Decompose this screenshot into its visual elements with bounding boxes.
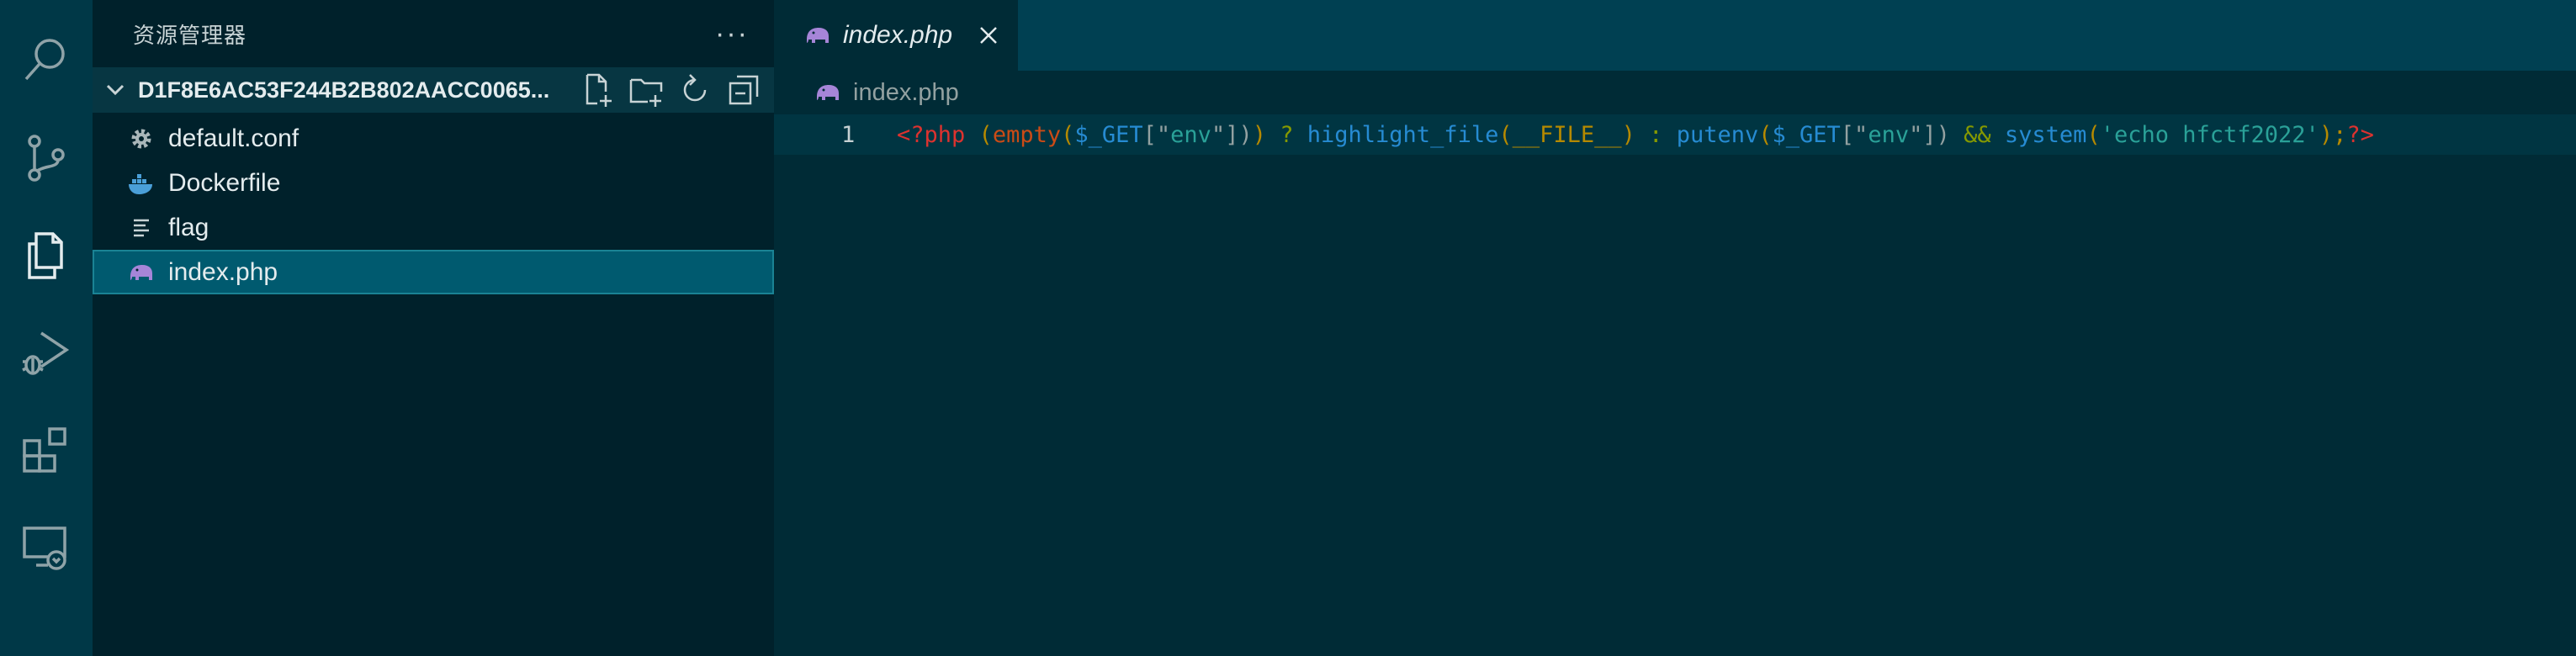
code-token: ) xyxy=(1252,121,1266,148)
code-token: __FILE__ xyxy=(1512,121,1622,148)
code-token: $_GET xyxy=(1074,121,1143,148)
breadcrumb-file: index.php xyxy=(853,78,959,106)
line-number: 1 xyxy=(841,121,856,148)
tab-bar: index.php xyxy=(774,0,2576,71)
file-tree: default.conf Dockerfile flag index.php xyxy=(93,113,774,294)
code-token: ); xyxy=(2319,121,2347,148)
sidebar-title: 资源管理器 xyxy=(133,22,247,48)
code-token: <?php xyxy=(897,121,966,148)
more-actions-button[interactable]: ··· xyxy=(715,19,749,48)
collapse-all-icon[interactable] xyxy=(725,71,762,108)
file-item-dockerfile[interactable]: Dockerfile xyxy=(93,161,774,205)
run-debug-icon[interactable] xyxy=(0,304,93,402)
code-token: ( xyxy=(1061,121,1075,148)
extensions-icon[interactable] xyxy=(0,402,93,500)
workspace-folder-header[interactable]: D1F8E6AC53F244B2B802AACC0065... xyxy=(93,67,774,113)
code-token: [" xyxy=(1840,121,1868,148)
workspace-folder-name: D1F8E6AC53F244B2B802AACC0065... xyxy=(138,77,550,103)
file-item-index-php[interactable]: index.php xyxy=(93,250,774,294)
gear-icon xyxy=(125,122,158,156)
editor-area: index.php index.php 1 <?php (empty($_GET… xyxy=(774,0,2576,656)
tab-label: index.php xyxy=(843,21,953,49)
code-token: ( xyxy=(2086,121,2101,148)
code-token: "]) xyxy=(1211,121,1253,148)
php-elephant-icon xyxy=(811,76,845,109)
code-token: system xyxy=(2004,121,2087,148)
file-item-flag[interactable]: flag xyxy=(93,205,774,250)
close-icon[interactable] xyxy=(976,23,1001,48)
code-token: ( xyxy=(978,121,993,148)
new-folder-icon[interactable] xyxy=(628,71,665,108)
source-control-icon[interactable] xyxy=(0,109,93,207)
vscode-window: 资源管理器 ··· D1F8E6AC53F244B2B802AACC0065..… xyxy=(0,0,2576,656)
code-line[interactable]: 1 <?php (empty($_GET["env"])) ? highligh… xyxy=(774,114,2576,155)
code-token: env xyxy=(1170,121,1211,148)
code-token: ? xyxy=(1265,121,1307,148)
explorer-sidebar: 资源管理器 ··· D1F8E6AC53F244B2B802AACC0065..… xyxy=(93,0,774,656)
code-token: env xyxy=(1868,121,1910,148)
file-name: flag xyxy=(168,213,209,241)
docker-icon xyxy=(125,167,158,200)
remote-explorer-icon[interactable] xyxy=(0,500,93,597)
breadcrumb[interactable]: index.php xyxy=(774,71,2576,114)
code-token: highlight_file xyxy=(1307,121,1499,148)
text-file-icon xyxy=(125,211,158,245)
code-token: ( xyxy=(1498,121,1513,148)
search-icon[interactable] xyxy=(0,12,93,109)
tab-index-php[interactable]: index.php xyxy=(774,0,1018,71)
code-token: ) xyxy=(1621,121,1635,148)
file-name: default.conf xyxy=(168,124,299,152)
sidebar-header: 资源管理器 ··· xyxy=(93,0,774,67)
php-elephant-icon xyxy=(801,19,835,52)
file-item-default-conf[interactable]: default.conf xyxy=(93,116,774,161)
activity-bar xyxy=(0,0,93,656)
code-token: && xyxy=(1949,121,2005,148)
code-token: [" xyxy=(1142,121,1171,148)
file-name: Dockerfile xyxy=(168,168,281,197)
php-elephant-icon xyxy=(125,256,158,289)
code-token: empty xyxy=(992,121,1062,148)
code-token: $_GET xyxy=(1772,121,1841,148)
code-token: ?> xyxy=(2346,121,2374,148)
file-name: index.php xyxy=(168,257,278,286)
folder-actions xyxy=(579,71,762,108)
chevron-down-icon xyxy=(106,84,125,96)
code-token: "]) xyxy=(1909,121,1950,148)
code-token: : xyxy=(1635,121,1677,148)
code-text: <?php (empty($_GET["env"])) ? highlight_… xyxy=(897,122,2374,148)
refresh-icon[interactable] xyxy=(676,71,713,108)
explorer-icon[interactable] xyxy=(0,207,93,304)
code-token: 'echo hfctf2022' xyxy=(2100,121,2319,148)
code-token: putenv xyxy=(1676,121,1759,148)
code-token: ( xyxy=(1758,121,1773,148)
new-file-icon[interactable] xyxy=(579,71,616,108)
